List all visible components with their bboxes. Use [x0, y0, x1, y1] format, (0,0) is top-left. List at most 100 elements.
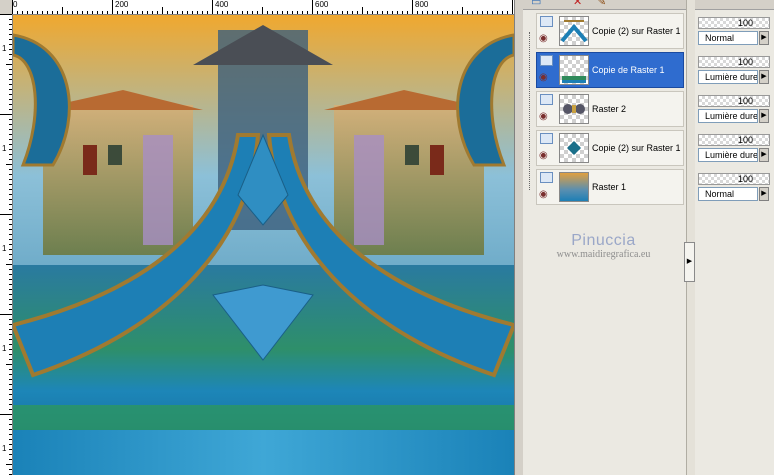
blend-mode-select[interactable]: Normal	[698, 187, 758, 201]
ruler-tick	[9, 379, 12, 380]
ruler-tick	[9, 309, 12, 310]
opacity-slider[interactable]: 100	[698, 56, 770, 68]
ruler-tick	[462, 7, 463, 14]
layer-visibility-icon[interactable]	[540, 172, 553, 183]
layer-thumbnail	[559, 55, 589, 85]
eye-icon[interactable]: ◉	[539, 34, 548, 44]
ruler-tick	[87, 11, 88, 14]
layer-visibility-icon[interactable]	[540, 133, 553, 144]
ruler-tick	[172, 11, 173, 14]
ruler-tick	[127, 11, 128, 14]
ruler-tick	[227, 11, 228, 14]
ruler-tick	[9, 369, 12, 370]
ruler-tick	[402, 11, 403, 14]
layer-visibility-icon[interactable]	[540, 16, 553, 27]
chevron-right-icon[interactable]: ▶	[759, 187, 769, 201]
ruler-tick	[77, 11, 78, 14]
opacity-slider[interactable]: 100	[698, 134, 770, 146]
image-canvas[interactable]	[13, 15, 514, 475]
ruler-tick	[122, 11, 123, 14]
ruler-tick	[6, 364, 12, 365]
eye-icon[interactable]: ◉	[539, 190, 548, 200]
ruler-tick	[197, 11, 198, 14]
ruler-tick	[217, 11, 218, 14]
blend-mode-select[interactable]: Lumière dure	[698, 148, 758, 162]
ruler-tick	[9, 24, 12, 25]
eye-icon[interactable]: ◉	[539, 73, 548, 83]
ruler-tick	[9, 269, 12, 270]
ruler-tick	[0, 214, 12, 215]
ruler-tick	[9, 19, 12, 20]
opacity-slider[interactable]: 100	[698, 173, 770, 185]
ruler-tick	[267, 11, 268, 14]
opacity-value: 100	[737, 174, 753, 184]
ruler-tick	[487, 11, 488, 14]
ruler-tick	[9, 409, 12, 410]
chevron-right-icon[interactable]: ▶	[759, 148, 769, 162]
ruler-tick	[9, 429, 12, 430]
layer-name: Raster 1	[592, 182, 627, 192]
ruler-tick	[9, 294, 12, 295]
layer-visibility-icon[interactable]	[540, 55, 553, 66]
blend-mode-select[interactable]: Normal	[698, 31, 758, 45]
palette-scrollbar[interactable]	[686, 0, 695, 475]
opacity-value: 100	[737, 57, 753, 67]
layer-row[interactable]: ◉ Raster 2	[536, 91, 684, 127]
delete-icon[interactable]: ✕	[573, 0, 582, 8]
artwork	[13, 15, 514, 475]
ruler-tick	[9, 59, 12, 60]
eye-icon[interactable]: ◉	[539, 112, 548, 122]
layer-row-selected[interactable]: ◉ Copie de Raster 1	[536, 52, 684, 88]
ruler-tick	[22, 11, 23, 14]
ruler-tick	[302, 11, 303, 14]
chevron-right-icon[interactable]: ▶	[759, 70, 769, 84]
ruler-tick	[9, 329, 12, 330]
expand-arrow-icon[interactable]: ▶	[684, 242, 695, 282]
ruler-tick	[357, 11, 358, 14]
opacity-value: 100	[737, 96, 753, 106]
ruler-tick	[9, 69, 12, 70]
ruler-tick	[467, 11, 468, 14]
ruler-top-label-0: 0	[13, 0, 18, 9]
canvas-edge	[514, 0, 523, 475]
layer-row[interactable]: ◉ Copie (2) sur Raster 1	[536, 130, 684, 166]
eye-icon[interactable]: ◉	[539, 151, 548, 161]
blend-mode-select[interactable]: Lumière dure	[698, 109, 758, 123]
opacity-slider[interactable]: 100	[698, 95, 770, 107]
ruler-tick	[9, 154, 12, 155]
ruler-tick	[382, 11, 383, 14]
ruler-tick	[9, 419, 12, 420]
ruler-tick	[32, 11, 33, 14]
ruler-tick	[9, 84, 12, 85]
ruler-tick	[9, 34, 12, 35]
ruler-tick	[9, 434, 12, 435]
ruler-tick	[0, 414, 12, 415]
ruler-tick	[477, 11, 478, 14]
chevron-right-icon[interactable]: ▶	[759, 109, 769, 123]
chevron-right-icon[interactable]: ▶	[759, 31, 769, 45]
ruler-tick	[9, 239, 12, 240]
ruler-tick	[9, 289, 12, 290]
layer-row[interactable]: ◉ Copie (2) sur Raster 1	[536, 13, 684, 49]
opacity-slider[interactable]: 100	[698, 17, 770, 29]
ruler-tick	[202, 11, 203, 14]
ruler-left: 1 1 1 1 1	[0, 14, 13, 475]
new-layer-icon[interactable]: ▭	[531, 0, 541, 8]
blend-mode-select[interactable]: Lumière dure	[698, 70, 758, 84]
ruler-tick	[247, 11, 248, 14]
layer-row[interactable]: ◉ Raster 1	[536, 169, 684, 205]
ruler-tick	[9, 179, 12, 180]
layer-visibility-icon[interactable]	[540, 94, 553, 105]
ruler-tick	[97, 11, 98, 14]
ruler-tick	[6, 264, 12, 265]
ruler-tick	[277, 11, 278, 14]
layers-toolbar: ▭ ✕ ✎	[523, 0, 774, 10]
ruler-tick	[372, 11, 373, 14]
ruler-tick	[9, 54, 12, 55]
ruler-tick	[9, 199, 12, 200]
properties-icon[interactable]: ✎	[597, 0, 606, 8]
ruler-tick	[9, 399, 12, 400]
ruler-left-label: 1	[2, 244, 7, 253]
layer-name: Raster 2	[592, 104, 627, 114]
ruler-tick	[212, 0, 213, 14]
